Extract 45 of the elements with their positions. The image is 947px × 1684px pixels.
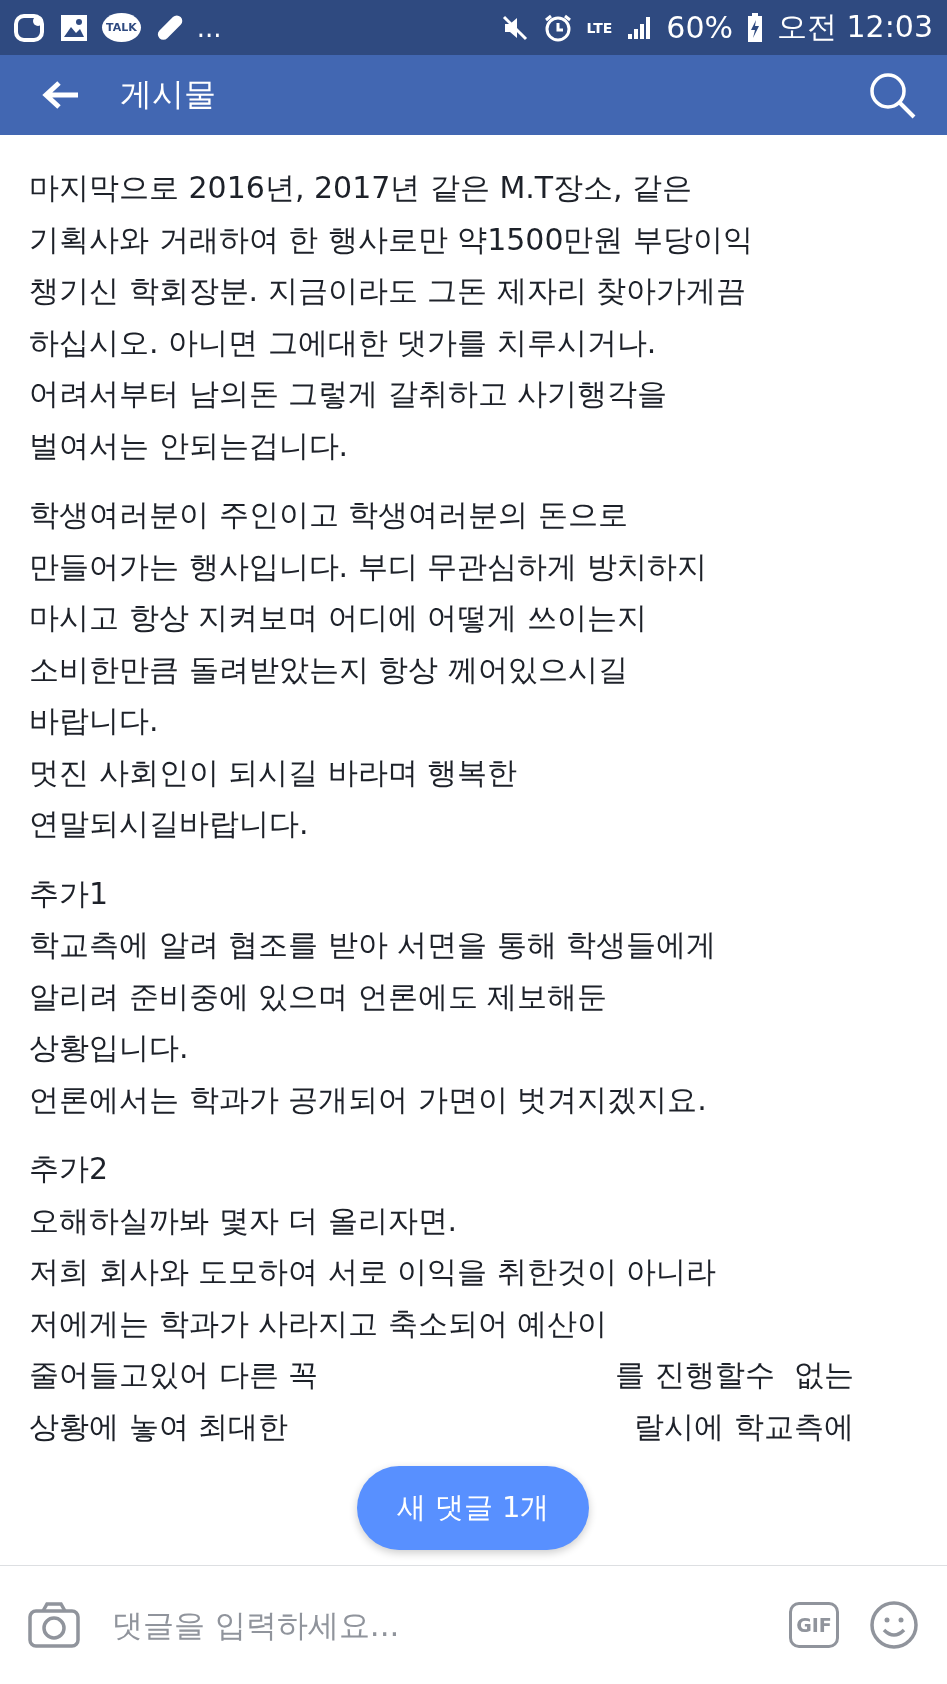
post-text-line: 를 진행할수 없는	[615, 1356, 854, 1394]
post-text-line: 언론에서는 학과가 공개되어 가면이 벗겨지겠지요.	[29, 1080, 708, 1119]
post-text-line: 만들어가는 행사입니다. 부디 무관심하게 방치하지	[29, 547, 708, 586]
signal-icon	[626, 14, 653, 41]
post-text-line: 저희 회사와 도모하여 서로 이익을 취한것이 아니라	[29, 1253, 718, 1291]
post-text-line: 상황입니다.	[29, 1029, 190, 1067]
post-text-line: 하십시오. 아니면 그에대한 댓가를 치루시거나.	[29, 323, 658, 362]
battery-charging-icon	[747, 12, 763, 43]
new-comment-button[interactable]: 새 댓글 1개	[357, 1466, 589, 1550]
post-text-line: 학생여러분이 주인이고 학생여러분의 돈으로	[29, 496, 629, 534]
chat-app-icon: TALK	[102, 13, 141, 42]
post-text-line: 학교측에 알려 협조를 받아 서면을 통해 학생들에게	[29, 926, 718, 964]
back-button[interactable]	[42, 80, 80, 110]
search-button[interactable]	[867, 70, 917, 120]
post-text-line: 알리려 준비중에 있으며 언론에도 제보해둔	[29, 977, 609, 1016]
mute-icon	[500, 13, 529, 42]
post-text-line: 추가2	[29, 1150, 110, 1188]
post-text-line: 기획사와 거래하여 한 행사로만 약1500만원 부당이익	[29, 220, 755, 259]
post-text-line: 마시고 항상 지켜보며 어디에 어떻게 쓰이는지	[29, 599, 648, 637]
network-type: LTE	[586, 19, 613, 36]
page-title: 게시물	[120, 74, 217, 115]
comment-input-field[interactable]: 댓글을 입력하세요...	[110, 1606, 759, 1644]
post-text-line: 저에게는 학과가 사라지고 축소되어 예산이	[29, 1304, 609, 1343]
post-text-line: 벌여서는 안되는겁니다.	[29, 426, 350, 465]
emoji-button[interactable]	[869, 1600, 919, 1650]
post-text-line: 오해하실까봐 몇자 더 올리자면.	[29, 1201, 459, 1240]
battery-percent: 60%	[666, 10, 733, 45]
more-notifications: ...	[196, 12, 222, 43]
post-text-line: 챙기신 학회장분. 지금이라도 그돈 제자리 찾아가게끔	[29, 272, 748, 310]
gif-button[interactable]: GIF	[789, 1602, 839, 1648]
camera-button[interactable]	[28, 1602, 80, 1648]
post-text-line: 줄어들고있어 다른 꼭	[29, 1356, 319, 1394]
clock-time: 오전 12:03	[777, 8, 933, 46]
post-text-line: 마지막으로 2016년, 2017년 같은 M.T장소, 같은	[29, 169, 694, 207]
post-text-line: 소비한만큼 돌려받았는지 항상 께어있으시길	[29, 650, 629, 689]
post-text-line: 랄시에 학교측에	[634, 1407, 854, 1446]
post-text-line: 바랍니다.	[29, 702, 160, 740]
post-text-line: 추가1	[29, 874, 110, 913]
app-icon	[14, 12, 46, 43]
post-text-line: 연말되시길바랍니다.	[29, 805, 310, 843]
post-text-line: 상황에 놓여 최대한	[29, 1407, 289, 1446]
alarm-icon	[542, 12, 573, 43]
post-text-line: 어려서부터 남의돈 그렇게 갈취하고 사기행각을	[29, 375, 669, 413]
image-icon	[60, 13, 88, 42]
post-text-line: 멋진 사회인이 되시길 바라며 행복한	[29, 753, 519, 792]
